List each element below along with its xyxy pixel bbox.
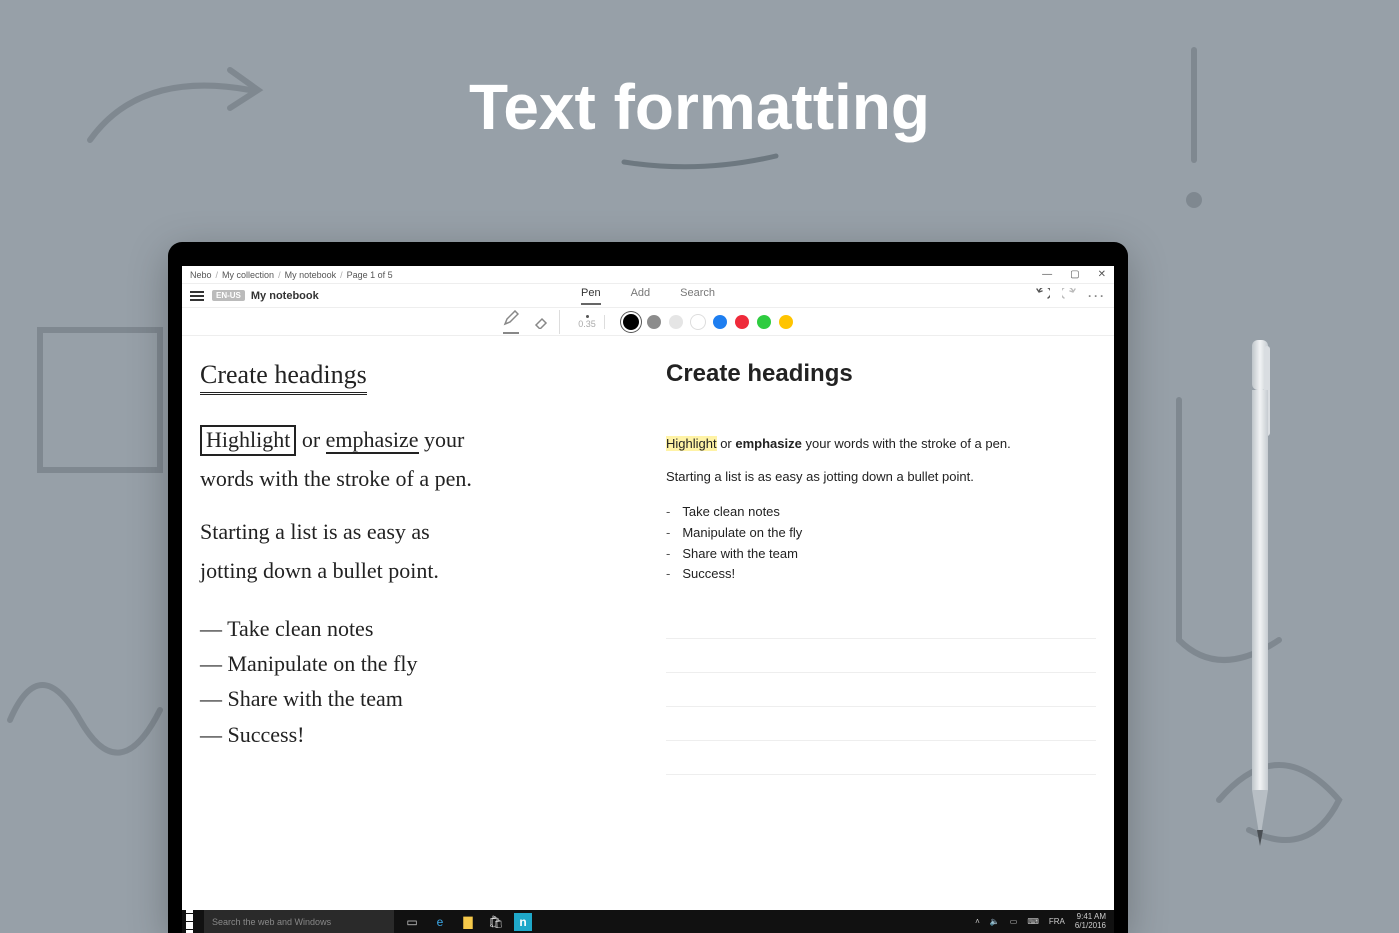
taskbar-pinned-apps: ▭ e ▇ 🛍 n xyxy=(402,910,532,933)
stylus-pen xyxy=(1244,340,1276,850)
windows-taskbar: Search the web and Windows ▭ e ▇ 🛍 n ˄ 🔈… xyxy=(182,910,1114,933)
color-picker xyxy=(623,314,793,330)
stroke-width-label: 0.35 xyxy=(578,319,596,329)
eraser-tool-icon[interactable] xyxy=(533,313,549,331)
color-blue[interactable] xyxy=(713,315,727,329)
typed-list-item: Success! xyxy=(666,564,1096,585)
color-gray[interactable] xyxy=(647,315,661,329)
tab-add[interactable]: Add xyxy=(631,287,651,305)
tray-language[interactable]: FRA xyxy=(1049,917,1065,926)
typed-para-1: Highlight or emphasize your words with t… xyxy=(666,436,1096,451)
typed-highlight-word: Highlight xyxy=(666,436,717,451)
hw-list-item: — Manipulate on the fly xyxy=(200,646,630,681)
typed-para-2: Starting a list is as easy as jotting do… xyxy=(666,469,1096,484)
crumb-1[interactable]: My collection xyxy=(222,270,274,280)
tray-keyboard-icon[interactable]: ⌨ xyxy=(1027,917,1039,926)
hw-emphasize-word: emphasize xyxy=(326,427,419,454)
file-explorer-icon[interactable]: ▇ xyxy=(458,914,478,930)
mode-tabs: Pen Add Search xyxy=(581,287,715,305)
store-icon[interactable]: 🛍 xyxy=(486,914,506,930)
notebook-title: My notebook xyxy=(251,290,319,302)
hw-line-2: words with the stroke of a pen. xyxy=(200,462,630,495)
toolbar: EN-US My notebook Pen Add Search ··· xyxy=(182,284,1114,308)
tray-volume-icon[interactable]: 🔈 xyxy=(990,917,1000,926)
hw-line-4: jotting down a bullet point. xyxy=(200,554,630,587)
undo-button[interactable] xyxy=(1036,288,1050,303)
hw-heading: Create headings xyxy=(200,360,367,395)
start-button[interactable] xyxy=(182,902,204,933)
tab-search[interactable]: Search xyxy=(680,287,715,305)
bg-letter-scribble-2 xyxy=(0,590,180,790)
hw-highlight-word: Highlight xyxy=(200,425,296,456)
edge-icon[interactable]: e xyxy=(430,914,450,930)
promo-title: Text formatting xyxy=(0,70,1399,144)
app-screen: Nebo/ My collection/ My notebook/ Page 1… xyxy=(182,266,1114,933)
bg-letter-scribble-1 xyxy=(30,320,180,500)
hw-list-item: — Success! xyxy=(200,717,630,752)
crumb-2[interactable]: My notebook xyxy=(285,270,337,280)
typed-emphasize-word: emphasize xyxy=(735,436,801,451)
hw-line-3: Starting a list is as easy as xyxy=(200,515,630,548)
taskbar-search-input[interactable]: Search the web and Windows xyxy=(204,910,394,933)
tablet-frame: Nebo/ My collection/ My notebook/ Page 1… xyxy=(168,242,1128,933)
hw-list-item: — Take clean notes xyxy=(200,611,630,646)
note-page[interactable]: Create headings Highlight or emphasize y… xyxy=(182,336,1114,933)
crumb-3[interactable]: Page 1 of 5 xyxy=(347,270,393,280)
taskbar-clock[interactable]: 9:41 AM 6/1/2016 xyxy=(1075,913,1106,931)
titlebar: Nebo/ My collection/ My notebook/ Page 1… xyxy=(182,266,1114,284)
typed-list: Take clean notes Manipulate on the fly S… xyxy=(666,502,1096,585)
window-close-button[interactable]: ✕ xyxy=(1098,269,1106,280)
hw-list: — Take clean notes — Manipulate on the f… xyxy=(200,611,630,752)
redo-button[interactable] xyxy=(1062,288,1076,303)
hamburger-menu-icon[interactable] xyxy=(190,291,204,301)
tray-chevron-icon[interactable]: ˄ xyxy=(975,917,980,926)
window-minimize-button[interactable]: — xyxy=(1042,269,1052,280)
pen-options-bar: 0.35 xyxy=(182,308,1114,336)
task-view-icon[interactable]: ▭ xyxy=(402,914,422,930)
more-menu-icon[interactable]: ··· xyxy=(1088,289,1106,303)
typed-list-item: Take clean notes xyxy=(666,502,1096,523)
tray-battery-icon[interactable]: ▭ xyxy=(1010,917,1018,926)
taskbar-search-placeholder: Search the web and Windows xyxy=(212,917,331,927)
color-white[interactable] xyxy=(691,315,705,329)
typed-list-item: Share with the team xyxy=(666,544,1096,565)
nebo-app-icon[interactable]: n xyxy=(514,913,532,931)
hw-list-item: — Share with the team xyxy=(200,681,630,716)
window-maximize-button[interactable]: ▢ xyxy=(1070,269,1079,280)
crumb-0[interactable]: Nebo xyxy=(190,270,212,280)
color-yellow[interactable] xyxy=(779,315,793,329)
language-badge[interactable]: EN-US xyxy=(212,290,245,301)
color-green[interactable] xyxy=(757,315,771,329)
stroke-width-picker[interactable]: 0.35 xyxy=(570,315,605,329)
tab-pen[interactable]: Pen xyxy=(581,287,601,305)
typed-column: Create headings Highlight or emphasize y… xyxy=(648,336,1114,933)
handwriting-column[interactable]: Create headings Highlight or emphasize y… xyxy=(182,336,648,933)
blank-ruled-lines xyxy=(666,605,1096,775)
promo-underline xyxy=(620,150,780,174)
typed-list-item: Manipulate on the fly xyxy=(666,523,1096,544)
typed-heading: Create headings xyxy=(666,360,1096,388)
pen-tool-icon[interactable] xyxy=(503,310,519,334)
color-light[interactable] xyxy=(669,315,683,329)
color-black[interactable] xyxy=(623,314,639,330)
color-red[interactable] xyxy=(735,315,749,329)
